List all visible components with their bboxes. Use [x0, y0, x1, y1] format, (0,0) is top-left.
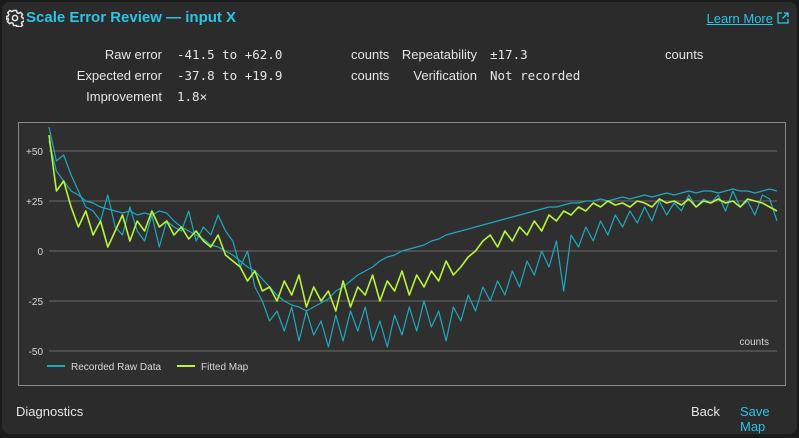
expected-error-value: -37.8 to +19.9	[177, 68, 283, 83]
y-tick-label: -25	[29, 297, 44, 308]
gear-icon[interactable]	[6, 9, 24, 27]
series-line	[48, 126, 778, 348]
repeatability-unit: counts	[665, 47, 704, 62]
dialog-title: Scale Error Review — input X	[26, 9, 237, 26]
repeatability-label: Repeatability	[401, 47, 477, 62]
verification-label: Verification	[413, 68, 477, 83]
error-chart: +50 +25 0 -25 -50 counts Recorded Raw Data Fitt…	[18, 122, 786, 386]
legend-label: Fitted Map	[201, 362, 249, 373]
improvement-label: Improvement	[86, 89, 162, 104]
y-tick-label: -50	[29, 347, 44, 358]
y-tick-label: +50	[26, 147, 43, 158]
dialog-header: Scale Error Review — input X Learn More	[2, 2, 797, 34]
y-axis-label: counts	[740, 337, 769, 348]
improvement-value: 1.8×	[177, 89, 208, 104]
raw-error-value: -41.5 to +62.0	[177, 47, 283, 62]
expected-error-label: Expected error	[76, 68, 162, 83]
external-link-icon[interactable]	[777, 12, 789, 24]
diagnostics-button[interactable]: Diagnostics	[16, 404, 83, 419]
y-tick-label: +25	[26, 197, 43, 208]
legend-label: Recorded Raw Data	[71, 362, 161, 373]
back-button[interactable]: Back	[691, 404, 720, 419]
learn-more-link[interactable]: Learn More	[707, 11, 773, 26]
scale-error-dialog: Scale Error Review — input X Learn More …	[2, 2, 797, 434]
raw-error-label: Raw error	[104, 47, 162, 62]
y-tick-label: 0	[37, 247, 43, 258]
save-map-button[interactable]: Save Map	[740, 404, 797, 434]
dialog-footer: Diagnostics Back Save Map	[2, 398, 797, 434]
repeatability-value: ±17.3	[490, 47, 528, 62]
verification-value: Not recorded	[490, 68, 581, 83]
chart-svg: +50 +25 0 -25 -50 counts Recorded Raw Data Fitt…	[26, 126, 778, 373]
series-line	[48, 134, 778, 312]
